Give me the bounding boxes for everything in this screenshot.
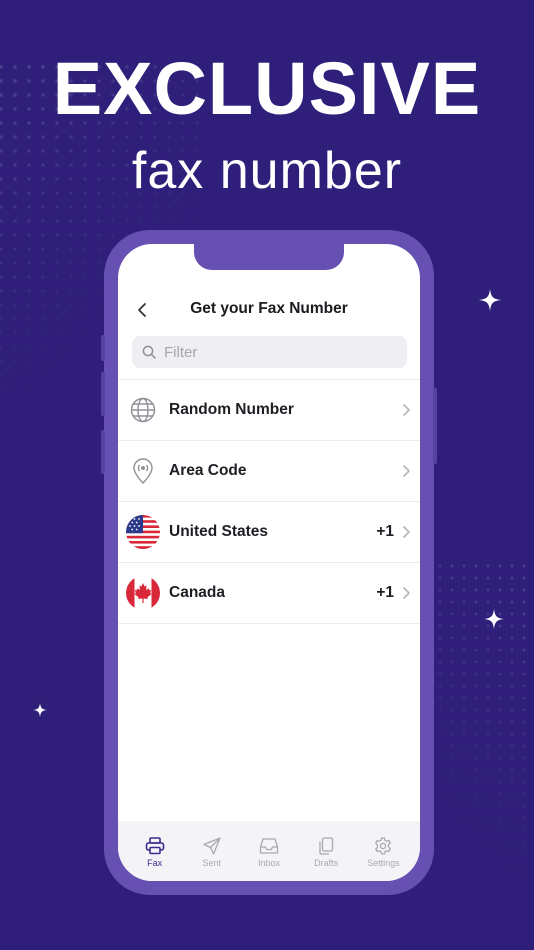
phone-screen: Get your Fax Number Random Number <box>118 244 420 881</box>
globe-icon <box>126 393 160 427</box>
tab-label: Inbox <box>257 858 280 868</box>
list-item-canada[interactable]: Canada +1 <box>118 563 420 624</box>
location-pin-icon <box>126 454 160 488</box>
phone-side-button <box>101 430 105 474</box>
tab-label: Drafts <box>314 858 339 868</box>
tab-bar: Fax Sent Inbox Drafts Settings <box>118 821 420 881</box>
tab-drafts[interactable]: Drafts <box>298 821 354 881</box>
dial-code: +1 <box>376 523 394 540</box>
chevron-right-icon <box>403 465 410 477</box>
phone-side-button <box>101 372 105 416</box>
inbox-tray-icon <box>259 838 279 854</box>
search-icon <box>142 345 156 359</box>
phone-side-button <box>101 335 105 361</box>
us-flag-icon <box>126 515 160 549</box>
gear-icon <box>375 837 392 855</box>
nav-bar: Get your Fax Number <box>118 296 420 324</box>
tab-settings[interactable]: Settings <box>355 821 411 881</box>
chevron-right-icon <box>403 526 410 538</box>
tab-fax[interactable]: Fax <box>127 821 183 881</box>
list-item-area-code[interactable]: Area Code <box>118 441 420 502</box>
tab-sent[interactable]: Sent <box>184 821 240 881</box>
tab-inbox[interactable]: Inbox <box>241 821 297 881</box>
number-options-list: Random Number Area Code United States +1… <box>118 379 420 624</box>
chevron-right-icon <box>403 404 410 416</box>
canada-flag-icon <box>126 576 160 610</box>
sparkle-icon <box>479 289 501 311</box>
tab-label: Fax <box>147 858 163 868</box>
list-item-united-states[interactable]: United States +1 <box>118 502 420 563</box>
sparkle-icon <box>33 703 47 717</box>
page-title: Get your Fax Number <box>190 300 348 317</box>
documents-icon <box>319 837 334 855</box>
phone-mockup: Get your Fax Number Random Number <box>101 230 437 895</box>
phone-notch <box>194 244 344 270</box>
list-item-label: Area Code <box>169 462 247 479</box>
promo-subheadline: fax number <box>131 142 403 200</box>
list-item-random-number[interactable]: Random Number <box>118 380 420 441</box>
chevron-right-icon <box>403 587 410 599</box>
paper-plane-icon <box>203 837 221 855</box>
tab-label: Sent <box>202 858 222 868</box>
search-input[interactable] <box>164 343 384 361</box>
list-item-label: Random Number <box>169 401 294 418</box>
list-item-label: United States <box>169 523 269 540</box>
dial-code: +1 <box>376 584 394 601</box>
search-bar[interactable] <box>132 336 407 368</box>
tab-label: Settings <box>367 858 400 868</box>
promo-headline: EXCLUSIVE <box>52 47 482 130</box>
phone-power-button <box>433 388 437 464</box>
sparkle-icon <box>484 609 504 629</box>
printer-icon <box>145 837 164 855</box>
list-item-label: Canada <box>169 584 225 601</box>
